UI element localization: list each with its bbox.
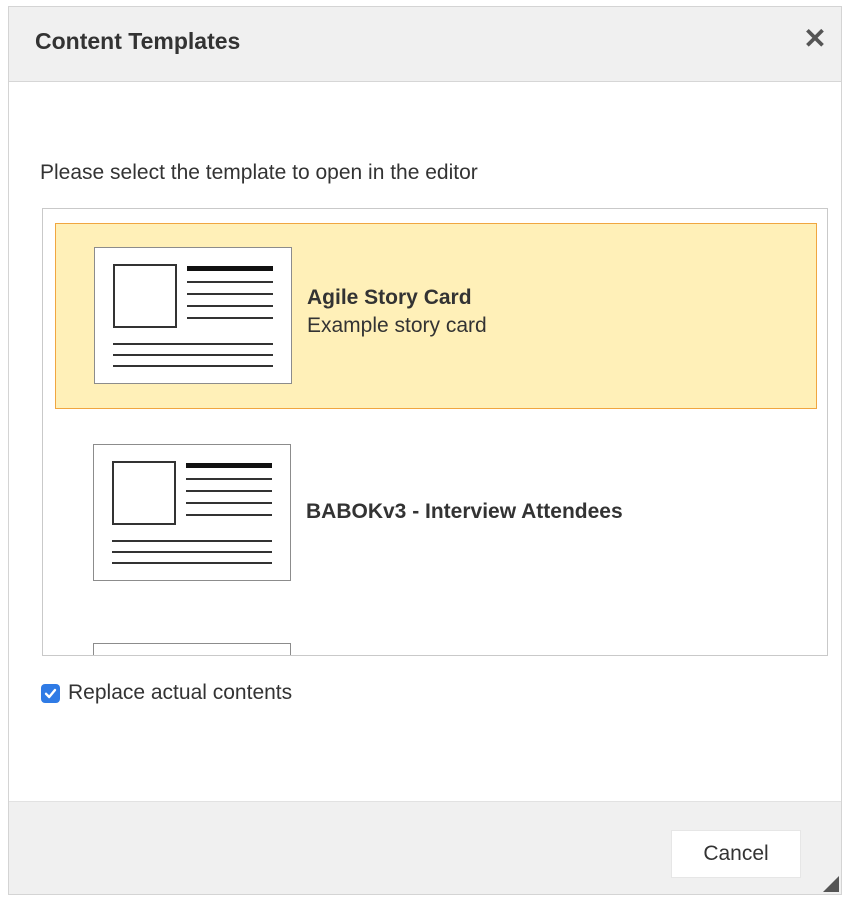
template-title: Agile Story Card [307, 286, 472, 309]
cancel-button[interactable]: Cancel [671, 830, 801, 878]
template-item-agile-story-card[interactable]: Agile Story Card Example story card [55, 223, 817, 409]
template-item-babokv3-interview-attendees[interactable]: BABOKv3 - Interview Attendees [55, 422, 817, 608]
template-thumbnail-icon [94, 247, 292, 384]
template-thumbnail-icon [93, 643, 291, 655]
template-thumbnail-icon [93, 444, 291, 581]
resize-grip-icon[interactable] [819, 872, 839, 892]
checkbox-checked-icon[interactable] [41, 683, 60, 703]
dialog-titlebar: Content Templates ✕ [9, 7, 841, 82]
replace-contents-label: Replace actual contents [68, 681, 293, 704]
dialog-title: Content Templates [35, 28, 241, 54]
replace-contents-checkbox[interactable]: Replace actual contents [41, 681, 292, 705]
content-templates-dialog: Content Templates ✕ Please select the te… [8, 6, 842, 895]
template-description: Example story card [307, 314, 487, 337]
dialog-footer: Cancel [9, 801, 841, 894]
dialog-prompt: Please select the template to open in th… [40, 161, 478, 184]
template-title: BABOKv3 - Interview Attendees [306, 500, 623, 523]
close-icon[interactable]: ✕ [801, 25, 829, 53]
template-list[interactable]: Agile Story Card Example story card BABO… [42, 208, 828, 656]
